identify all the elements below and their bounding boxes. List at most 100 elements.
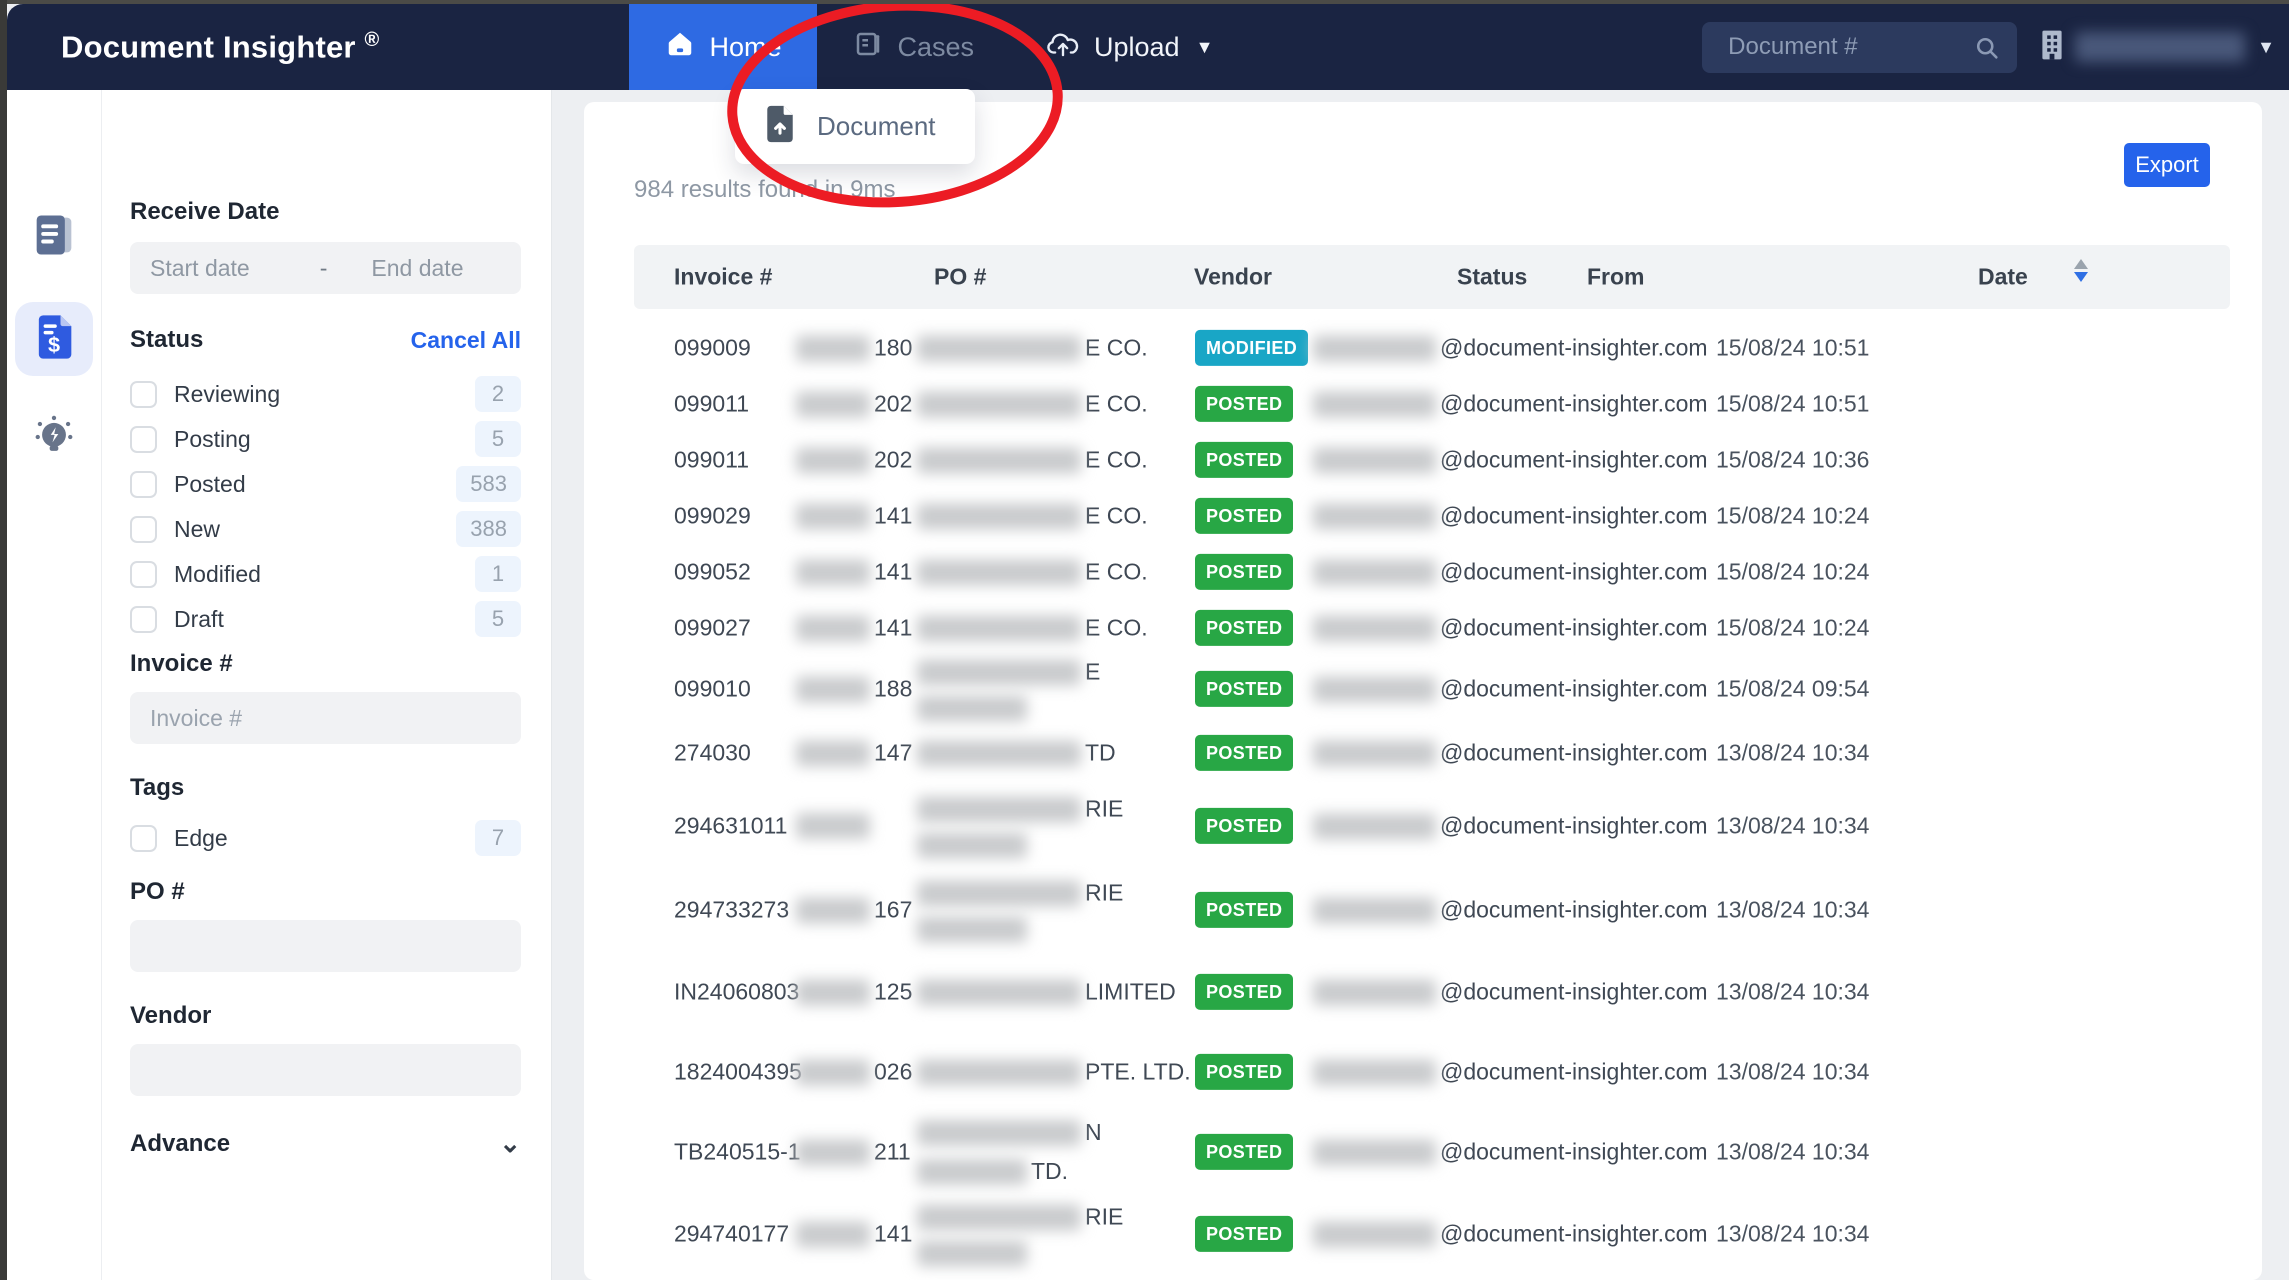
po-number-input[interactable]: [130, 920, 521, 972]
from-redacted: [1313, 391, 1436, 417]
receive-date-heading: Receive Date: [130, 198, 521, 226]
vendor-suffix: TD: [1085, 737, 1116, 768]
start-date-placeholder: Start date: [150, 255, 250, 282]
table-row[interactable]: 099052 141 E CO. POSTED @document-insigh…: [584, 544, 2262, 600]
checkbox[interactable]: [130, 426, 157, 453]
from-cell: @document-insighter.com: [1313, 673, 1733, 704]
sidebar-item-documents[interactable]: [15, 200, 93, 274]
from-redacted: [1313, 1139, 1436, 1165]
vendor-suffix: E CO.: [1085, 388, 1148, 419]
filter-count-badge: 2: [475, 376, 521, 412]
from-redacted: [1313, 503, 1436, 529]
checkbox[interactable]: [130, 606, 157, 633]
checkbox[interactable]: [130, 471, 157, 498]
status-cell: POSTED: [1195, 892, 1293, 928]
cancel-all-link[interactable]: Cancel All: [411, 327, 521, 354]
po-heading: PO #: [130, 878, 521, 906]
vendor-cell: E CO.: [917, 612, 1197, 643]
advance-toggle[interactable]: Advance ⌄: [130, 1128, 521, 1159]
sidebar-item-insights[interactable]: [15, 402, 93, 476]
table-row[interactable]: 099011 202 E CO. POSTED @document-insigh…: [584, 432, 2262, 488]
filter-row: Draft 5: [130, 599, 521, 639]
tab-upload[interactable]: Upload ▼: [1010, 4, 1249, 90]
table-row[interactable]: 1824004395 026 PTE. LTD. POSTED @documen…: [584, 1032, 2262, 1112]
table-row[interactable]: 294740177 141 RIE POSTED @document-insig…: [584, 1192, 2262, 1276]
table-row[interactable]: 294733273 167 RIE POSTED @document-insig…: [584, 868, 2262, 952]
date-cell: 13/08/24 10:34: [1716, 894, 1976, 925]
vendor-cell: TD: [917, 737, 1197, 768]
file-upload-icon: [763, 104, 797, 149]
filter-count-badge: 5: [475, 601, 521, 637]
export-button[interactable]: Export: [2124, 143, 2210, 187]
receive-date-range-input[interactable]: Start date - End date: [130, 242, 521, 294]
filter-label: Reviewing: [174, 381, 280, 408]
window-left-edge: [0, 0, 7, 1280]
filter-row: Posted 583: [130, 464, 521, 504]
from-suffix: @document-insighter.com: [1440, 332, 1708, 363]
vendor-cell: RIE: [917, 793, 1197, 858]
cases-icon: [853, 29, 883, 66]
po-redacted: [796, 1221, 870, 1247]
po-suffix: 141: [874, 500, 912, 531]
status-cell: POSTED: [1195, 671, 1293, 707]
date-cell: 13/08/24 10:34: [1716, 1136, 1976, 1167]
vendor-suffix: E: [1085, 656, 1100, 687]
filter-label: Edge: [174, 825, 228, 852]
col-date[interactable]: Date: [1978, 264, 2028, 291]
table-row[interactable]: 099009 180 E CO. MODIFIED @document-insi…: [584, 320, 2262, 376]
table-row[interactable]: 099010 188 E POSTED @document-insighter.…: [584, 656, 2262, 722]
table-row[interactable]: TB240515-1 211 N TD. POSTED @document-in…: [584, 1112, 2262, 1192]
from-suffix: @document-insighter.com: [1440, 556, 1708, 587]
table-row[interactable]: 099029 141 E CO. POSTED @document-insigh…: [584, 488, 2262, 544]
invoice-cell: 099009: [674, 332, 806, 363]
upload-menu-item-document[interactable]: Document: [817, 111, 936, 142]
from-redacted: [1313, 615, 1436, 641]
search-icon[interactable]: [1973, 34, 2001, 67]
vendor-suffix: RIE: [1085, 877, 1123, 908]
filter-sidebar: Receive Date Start date - End date Statu…: [102, 90, 552, 1280]
upload-menu[interactable]: Document: [735, 89, 975, 164]
po-suffix: 202: [874, 388, 912, 419]
tab-home[interactable]: Home: [629, 4, 817, 90]
table-row[interactable]: 294631011 RIE POSTED @document-insighter…: [584, 784, 2262, 868]
org-switcher[interactable]: ▼: [2039, 29, 2275, 66]
advance-heading: Advance: [130, 1130, 230, 1158]
table-row[interactable]: IN24060803 125 LIMITED POSTED @document-…: [584, 952, 2262, 1032]
vendor-redacted-line2: [917, 1241, 1027, 1267]
checkbox[interactable]: [130, 516, 157, 543]
table-row[interactable]: 099027 141 E CO. POSTED @document-insigh…: [584, 600, 2262, 656]
from-suffix: @document-insighter.com: [1440, 976, 1708, 1007]
po-suffix: 188: [874, 673, 912, 704]
status-badge: POSTED: [1195, 1054, 1293, 1090]
status-badge: MODIFIED: [1195, 330, 1308, 366]
invoice-number-input[interactable]: [130, 692, 521, 744]
tab-cases[interactable]: Cases: [817, 4, 1010, 90]
vendor-redacted-line2: [917, 833, 1027, 859]
vendor-input[interactable]: [130, 1044, 521, 1096]
sort-icon[interactable]: [2074, 259, 2088, 282]
col-status: Status: [1457, 264, 1527, 291]
vendor-cell: RIE: [917, 1201, 1197, 1266]
from-cell: @document-insighter.com: [1313, 737, 1733, 768]
idea-bulb-icon: [28, 411, 80, 468]
checkbox[interactable]: [130, 381, 157, 408]
filter-label: New: [174, 516, 220, 543]
invoice-cell: 274030: [674, 737, 806, 768]
checkbox[interactable]: [130, 561, 157, 588]
date-cell: 15/08/24 10:51: [1716, 332, 1976, 363]
tags-heading: Tags: [130, 774, 521, 802]
sidebar-item-invoices[interactable]: $: [15, 302, 93, 376]
document-search-input[interactable]: [1702, 22, 2017, 73]
from-suffix: @document-insighter.com: [1440, 444, 1708, 475]
date-cell: 13/08/24 10:34: [1716, 737, 1976, 768]
vendor-suffix: E CO.: [1085, 612, 1148, 643]
from-suffix: @document-insighter.com: [1440, 894, 1708, 925]
filter-label: Posting: [174, 426, 251, 453]
checkbox[interactable]: [130, 825, 157, 852]
status-badge: POSTED: [1195, 498, 1293, 534]
vendor-heading: Vendor: [130, 1002, 521, 1030]
table-row[interactable]: 274030 147 TD POSTED @document-insighter…: [584, 722, 2262, 784]
po-redacted: [796, 615, 870, 641]
table-row[interactable]: 099011 202 E CO. POSTED @document-insigh…: [584, 376, 2262, 432]
vendor-cell: E CO.: [917, 556, 1197, 587]
